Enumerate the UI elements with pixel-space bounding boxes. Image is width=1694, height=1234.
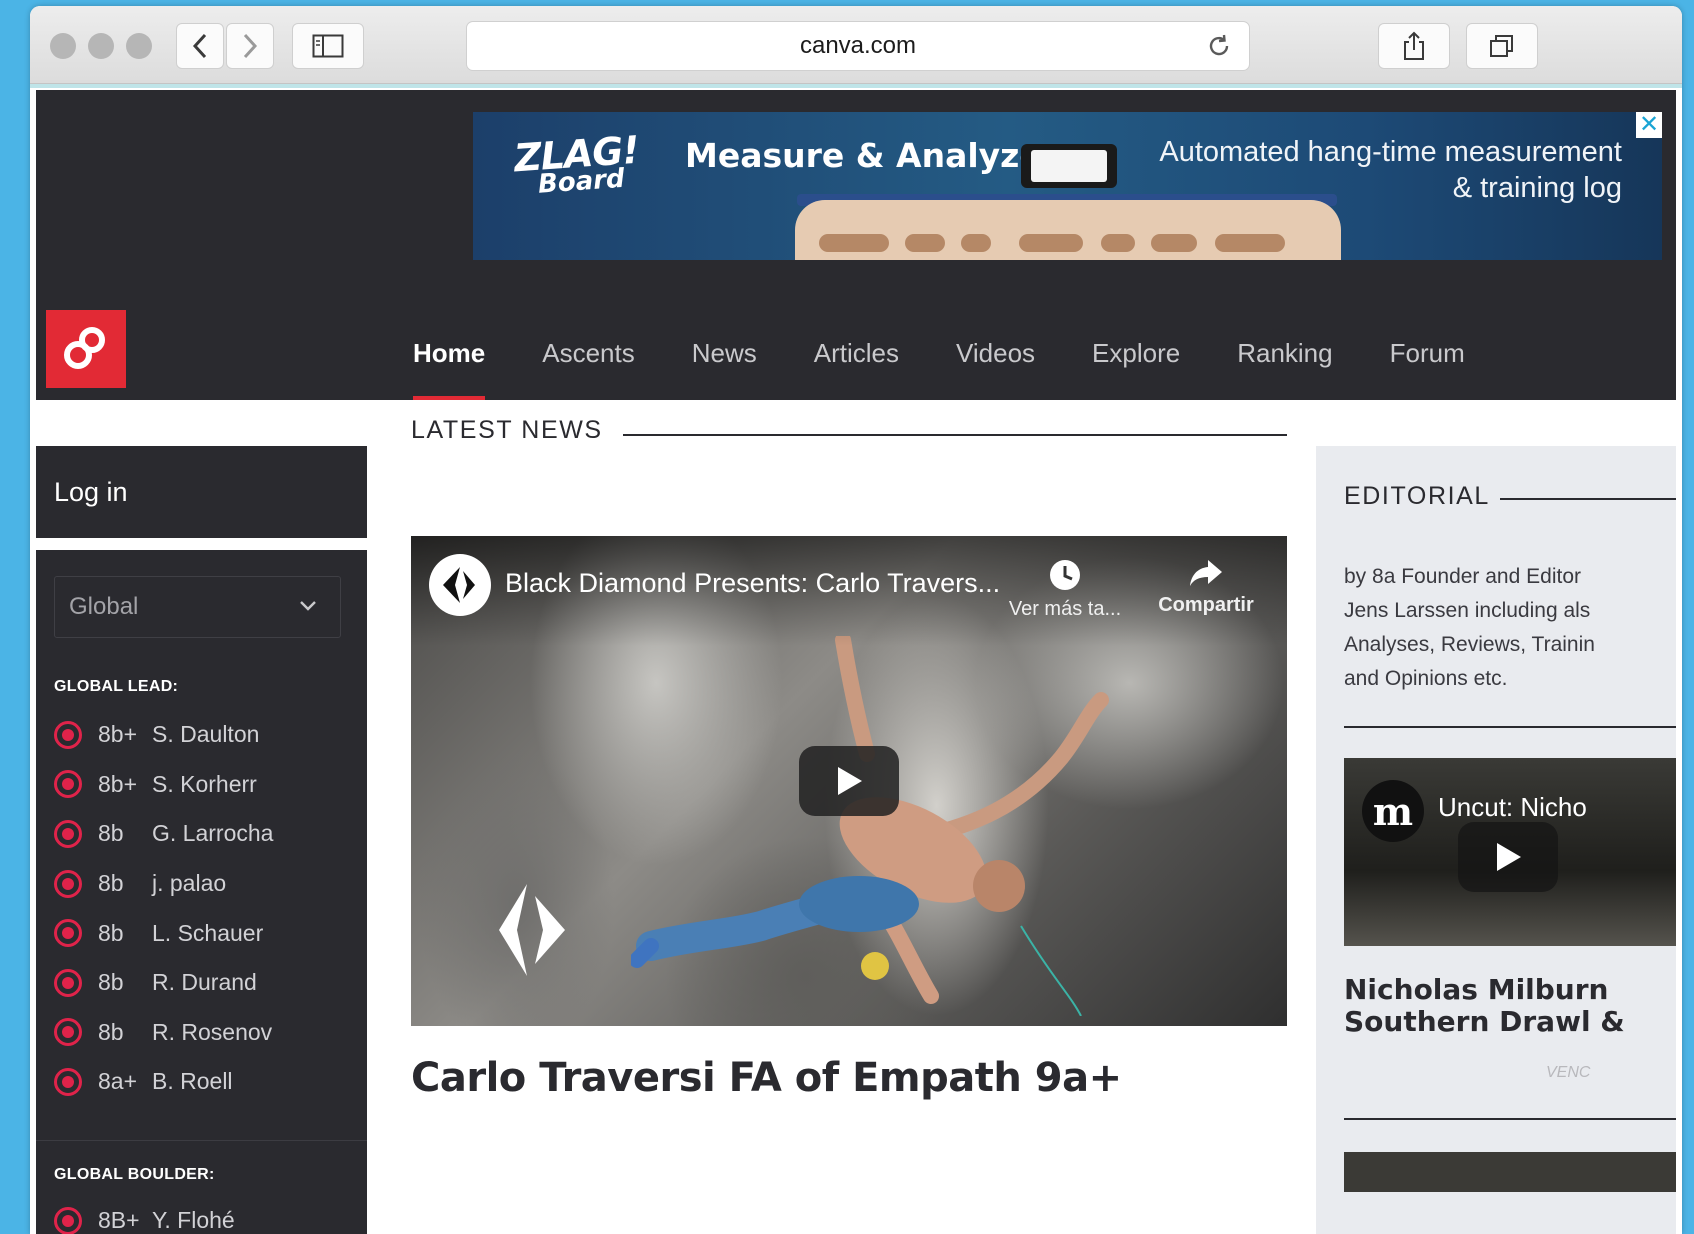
nav-articles[interactable]: Articles (814, 306, 899, 400)
logo-icon (64, 327, 105, 369)
global-boulder-list: 8B+ Y. Flohé (54, 1196, 235, 1234)
editorial-video[interactable]: m Uncut: Nicho (1344, 758, 1676, 946)
global-lead-list: 8b+ S. Daulton 8b+ S. Korherr 8b G. Larroch… (54, 710, 273, 1107)
ad-headline: Measure & Analyze (685, 136, 1042, 175)
editorial-description: by 8a Founder and Editor Jens Larssen in… (1344, 565, 1595, 690)
editorial-article-title[interactable]: Nicholas Milburn Southern Drawl & (1344, 974, 1625, 1038)
list-item[interactable]: 8b R. Rosenov (54, 1008, 273, 1058)
video-title[interactable]: Black Diamond Presents: Carlo Travers... (505, 568, 1000, 599)
reload-icon[interactable] (1205, 32, 1233, 60)
url-text: canva.com (799, 32, 917, 59)
list-item[interactable]: 8a+ B. Roell (54, 1057, 273, 1107)
forward-button[interactable] (226, 23, 274, 69)
chevron-right-icon (243, 33, 258, 59)
browser-toolbar: canva.com (30, 6, 1682, 84)
radio-icon (54, 968, 82, 997)
tabs-overview-button[interactable] (1466, 23, 1538, 69)
editorial-thumbnail[interactable] (1344, 1152, 1676, 1192)
clock-icon (1050, 560, 1080, 590)
black-diamond-logo-icon (443, 567, 475, 603)
list-item[interactable]: 8b j. palao (54, 859, 273, 909)
minimize-window-button[interactable] (88, 33, 114, 59)
list-item[interactable]: 8B+ Y. Flohé (54, 1196, 235, 1234)
share-arrow-icon (1190, 560, 1222, 586)
nav-videos[interactable]: Videos (956, 306, 1035, 400)
editorial-title: EDITORIAL (1344, 482, 1490, 510)
ad-close-button[interactable]: ✕ (1636, 112, 1662, 138)
list-item[interactable]: 8b+ S. Korherr (54, 760, 273, 810)
channel-avatar[interactable]: m (1362, 780, 1424, 842)
back-button[interactable] (176, 23, 224, 69)
sidebar-divider (36, 1140, 367, 1141)
featured-video[interactable]: Black Diamond Presents: Carlo Travers...… (411, 536, 1287, 1026)
editorial-watermark: VENC (1546, 1064, 1591, 1081)
black-diamond-watermark-icon (499, 884, 565, 976)
watch-later-button[interactable]: Ver más ta... (1005, 558, 1125, 621)
climber-image (631, 636, 1109, 1016)
close-window-button[interactable] (50, 33, 76, 59)
article-headline[interactable]: Carlo Traversi FA of Empath 9a+ (411, 1055, 1122, 1101)
radio-icon (54, 770, 82, 799)
site-logo[interactable] (46, 310, 126, 388)
play-icon (1497, 843, 1521, 871)
share-button[interactable] (1378, 23, 1450, 69)
browser-window: canva.com ZLAG! Board Measure & Analyze … (30, 6, 1682, 1234)
nav-ranking[interactable]: Ranking (1237, 306, 1332, 400)
radio-icon (54, 1067, 82, 1096)
radio-icon (54, 1018, 82, 1047)
zoom-window-button[interactable] (126, 33, 152, 59)
global-lead-title: GLOBAL LEAD: (54, 678, 179, 695)
play-icon (838, 767, 862, 795)
radio-icon (54, 819, 82, 848)
global-boulder-title: GLOBAL BOULDER: (54, 1166, 215, 1183)
chevron-down-icon (300, 601, 316, 611)
editorial-divider (1344, 1118, 1676, 1120)
address-bar[interactable]: canva.com (466, 21, 1250, 71)
play-button[interactable] (799, 746, 899, 816)
nav-home[interactable]: Home (413, 306, 486, 400)
editorial-rule (1500, 498, 1676, 500)
share-icon (1404, 31, 1424, 60)
login-button[interactable]: Log in (36, 446, 367, 538)
latest-news-header: LATEST NEWS (411, 416, 1287, 445)
ad-logo: ZLAG! Board (512, 127, 641, 200)
region-select-value: Global (69, 593, 139, 620)
banner-ad[interactable]: ZLAG! Board Measure & Analyze Automated … (473, 112, 1662, 260)
chevron-left-icon (192, 33, 207, 59)
site-header: ZLAG! Board Measure & Analyze Automated … (36, 90, 1676, 400)
toolbar-divider (30, 84, 1682, 88)
web-page: ZLAG! Board Measure & Analyze Automated … (36, 90, 1676, 1234)
sidebar-toggle-button[interactable] (292, 23, 364, 69)
list-item[interactable]: 8b L. Schauer (54, 908, 273, 958)
editorial-video-title[interactable]: Uncut: Nicho (1438, 792, 1587, 823)
video-share-button[interactable]: Compartir (1151, 558, 1261, 617)
radio-icon (54, 1206, 82, 1234)
nav-forum[interactable]: Forum (1390, 306, 1465, 400)
tabs-icon (1490, 35, 1513, 57)
ranking-sidebar: Global GLOBAL LEAD: 8b+ S. Daulton 8b+ S. … (36, 550, 367, 1234)
radio-icon (54, 919, 82, 948)
list-item[interactable]: 8b R. Durand (54, 958, 273, 1008)
ad-hangboard-image (795, 200, 1341, 260)
section-title: LATEST NEWS (411, 416, 623, 445)
region-select[interactable]: Global (54, 576, 341, 638)
list-item[interactable]: 8b+ S. Daulton (54, 710, 273, 760)
list-item[interactable]: 8b G. Larrocha (54, 809, 273, 859)
channel-avatar[interactable] (429, 554, 491, 616)
sidebar-icon (312, 34, 344, 58)
editorial-divider (1344, 726, 1676, 728)
nav-news[interactable]: News (692, 306, 757, 400)
ad-phone-image (1021, 144, 1117, 188)
main-nav: Home Ascents News Articles Videos Explor… (413, 306, 1522, 400)
nav-ascents[interactable]: Ascents (542, 306, 635, 400)
play-button[interactable] (1458, 822, 1558, 892)
editorial-panel: EDITORIAL by 8a Founder and Editor Jens … (1316, 446, 1676, 1234)
radio-icon (54, 869, 82, 898)
nav-explore[interactable]: Explore (1092, 306, 1180, 400)
radio-icon (54, 720, 82, 749)
